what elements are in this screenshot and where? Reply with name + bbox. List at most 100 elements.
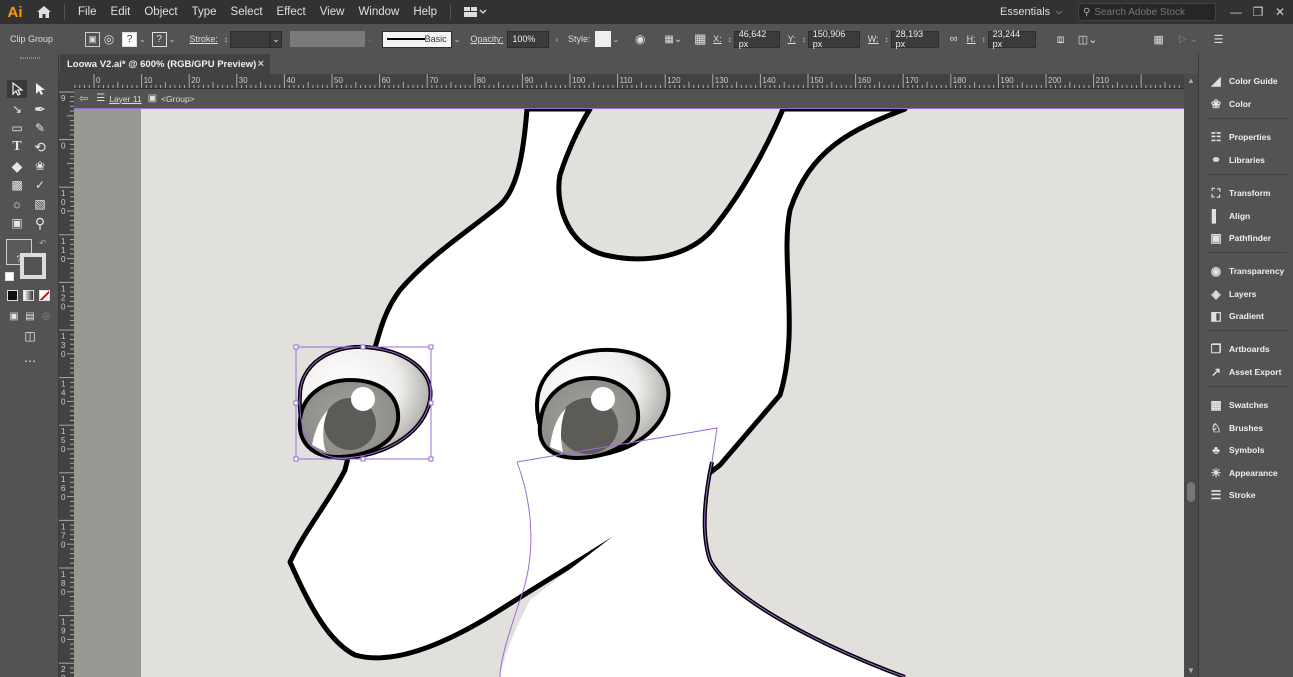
panel-color[interactable]: ❀ Color [1199, 94, 1293, 114]
panel-stroke[interactable]: ☰ Stroke [1199, 485, 1293, 505]
recolor-artwork-button[interactable]: ◉ [631, 30, 649, 48]
default-colors-button[interactable] [5, 272, 14, 281]
w-field[interactable]: 28,193 px [890, 29, 939, 49]
arrange-button[interactable]: ◫⌄ [1076, 30, 1100, 48]
y-stepper-icon[interactable]: ↕ [800, 35, 808, 44]
menu-window[interactable]: Window [351, 0, 406, 24]
scroll-down-icon[interactable]: ▼ [1187, 666, 1195, 675]
stroke-weight-field[interactable] [229, 30, 270, 48]
type-tool[interactable]: T [7, 138, 27, 156]
scrollbar-thumb[interactable] [1187, 482, 1195, 502]
pen-tool[interactable]: ✒ [30, 100, 50, 118]
swap-fill-stroke-icon[interactable]: ↶ [39, 238, 47, 249]
panel-options-button[interactable]: ▦ [1150, 30, 1168, 48]
panel-symbols[interactable]: ♣ Symbols [1199, 440, 1293, 460]
pencil-tool[interactable]: ✎ [30, 119, 50, 137]
stroke-label[interactable]: Stroke: [185, 34, 222, 44]
minimize-button[interactable]: — [1225, 0, 1247, 24]
w-stepper-icon[interactable]: ↕ [883, 35, 891, 44]
close-window-button[interactable]: ✕ [1269, 0, 1291, 24]
puppet-warp-tool[interactable]: ❀ [30, 157, 50, 175]
panel-align[interactable]: ▌ Align [1199, 206, 1293, 226]
bounding-box-handle[interactable] [428, 344, 434, 350]
menu-edit[interactable]: Edit [104, 0, 138, 24]
bounding-box-handle[interactable] [293, 344, 299, 350]
zoom-tool[interactable]: ⚲ [30, 214, 50, 232]
brush-definition[interactable]: Basic [381, 30, 452, 48]
panel-properties[interactable]: ☷ Properties [1199, 127, 1293, 147]
restore-button[interactable]: ❐ [1247, 0, 1269, 24]
bounding-box-handle[interactable] [428, 400, 434, 406]
eraser-tool[interactable]: ◆ [7, 157, 27, 175]
color-mode-gradient[interactable] [23, 290, 34, 301]
fill-swatch[interactable]: ? [122, 31, 137, 47]
panel-gradient[interactable]: ◧ Gradient [1199, 306, 1293, 326]
chevron-down-icon[interactable]: ⌄ [137, 35, 148, 44]
back-arrow-icon[interactable]: ⇦ [79, 92, 88, 105]
stroke-stepper-icon[interactable]: ↕ [222, 35, 230, 44]
x-field[interactable]: 46,642 px [733, 29, 780, 49]
opacity-field[interactable]: 100% [507, 30, 550, 48]
draw-inside-button[interactable]: ◎ [36, 307, 56, 325]
panel-layers[interactable]: ◈ Layers [1199, 284, 1293, 304]
control-menu-button[interactable]: ☰ [1210, 30, 1228, 48]
gradient-tool[interactable]: ▩ [7, 176, 27, 194]
stroke-swatch[interactable]: ? [151, 31, 167, 47]
panel-libraries[interactable]: ⚭ Libraries [1199, 150, 1293, 170]
color-mode-none[interactable] [39, 290, 50, 301]
panel-artboards[interactable]: ❐ Artboards [1199, 339, 1293, 359]
live-paint-tool[interactable]: ▧ [30, 195, 50, 213]
opacity-label[interactable]: Opacity: [466, 34, 507, 44]
panel-swatches[interactable]: ▦ Swatches [1199, 395, 1293, 415]
menu-effect[interactable]: Effect [270, 0, 313, 24]
h-stepper-icon[interactable]: ↕ [980, 35, 988, 44]
edit-clipping-path-button[interactable]: ▣ [85, 31, 100, 47]
menu-file[interactable]: File [71, 0, 104, 24]
search-adobe-stock[interactable]: ⚲ [1078, 3, 1216, 21]
panel-asset-export[interactable]: ↗ Asset Export [1199, 362, 1293, 382]
horizontal-ruler[interactable]: 1001020304050607080901001101201301401501… [74, 74, 1184, 89]
ruler-origin[interactable] [59, 74, 74, 89]
align-to-button[interactable]: ▦⌄ [661, 30, 685, 48]
vertical-ruler[interactable]: 90100110120130140150160170180190200 [59, 89, 74, 677]
chevron-down-icon[interactable]: ⌄ [365, 35, 376, 44]
transform-button[interactable]: ⧈ [1052, 30, 1070, 48]
reference-point-button[interactable]: ▦ [691, 30, 709, 48]
y-field[interactable]: 150,906 px [807, 29, 860, 49]
document-tab[interactable]: Loowa V2.ai* @ 600% (RGB/GPU Preview) × [60, 54, 270, 74]
bounding-box-handle[interactable] [360, 456, 366, 462]
graphic-style-swatch[interactable] [594, 31, 611, 47]
panel-transform[interactable]: ⛶ Transform [1199, 183, 1293, 203]
menu-object[interactable]: Object [137, 0, 184, 24]
chevron-right-icon[interactable]: › [553, 35, 560, 44]
menu-view[interactable]: View [313, 0, 352, 24]
magic-wand-tool[interactable]: ↘ [7, 100, 27, 118]
scroll-up-icon[interactable]: ▲ [1187, 76, 1195, 85]
artwork-canvas[interactable] [74, 89, 1184, 677]
bounding-box-handle[interactable] [428, 456, 434, 462]
bounding-box-handle[interactable] [360, 344, 366, 350]
panel-transparency[interactable]: ◉ Transparency [1199, 261, 1293, 281]
artwork[interactable] [74, 89, 1184, 677]
rotate-tool[interactable]: ⟲ [30, 138, 50, 156]
close-document-icon[interactable]: × [258, 58, 264, 70]
edit-contents-button[interactable]: ◎ [100, 30, 118, 48]
menu-help[interactable]: Help [406, 0, 444, 24]
constrain-proportions-button[interactable]: ∞ [945, 30, 963, 48]
vertical-scrollbar[interactable]: ▲ ▼ [1184, 74, 1198, 677]
selection-tool[interactable] [7, 80, 27, 98]
screen-mode-button[interactable]: ◫ [20, 327, 40, 345]
workspace-switcher[interactable]: Essentials ⌵ [1000, 0, 1062, 24]
chevron-down-icon[interactable]: ⌄ [167, 35, 178, 44]
more-options-button[interactable]: ▷ ⌄ [1174, 30, 1204, 48]
stroke-swatch-unknown[interactable] [20, 253, 46, 279]
artboard-tool[interactable]: ▣ [7, 214, 27, 232]
panel-color-guide[interactable]: ◢ Color Guide [1199, 71, 1293, 91]
isolation-layer-link[interactable]: Layer 11 [109, 94, 141, 104]
bounding-box-handle[interactable] [293, 456, 299, 462]
edit-toolbar-button[interactable]: ⋯ [20, 352, 40, 370]
variable-width-profile[interactable] [289, 31, 365, 47]
rectangle-tool[interactable]: ▭ [7, 119, 27, 137]
bounding-box-handle[interactable] [293, 400, 299, 406]
home-button[interactable] [30, 0, 58, 24]
